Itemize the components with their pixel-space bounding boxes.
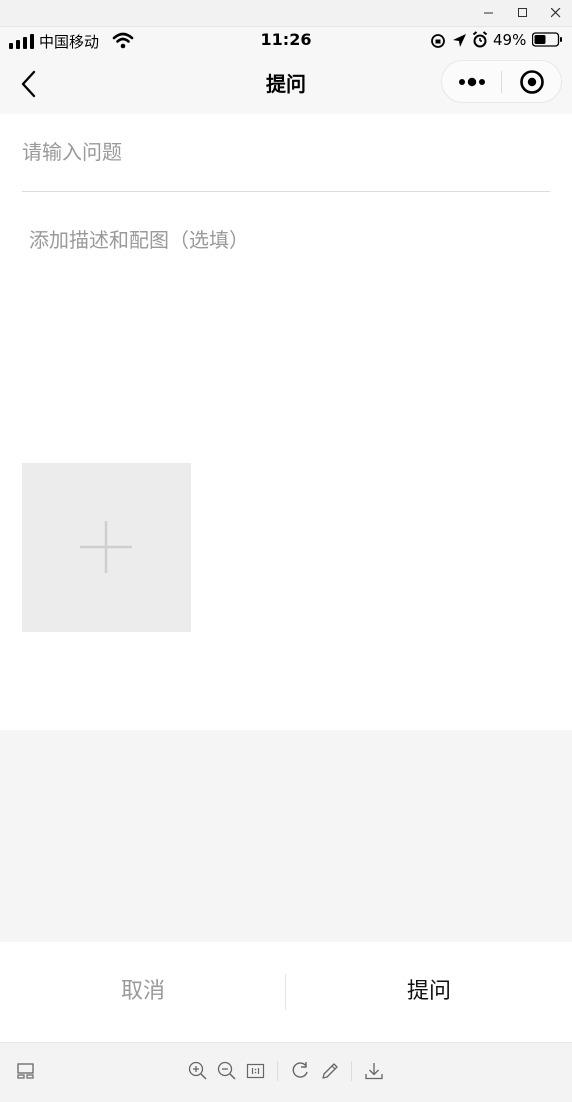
mini-program-capsule — [441, 60, 562, 103]
edit-button[interactable] — [318, 1059, 342, 1083]
zoom-in-icon — [188, 1061, 207, 1080]
toolbar-divider — [277, 1061, 278, 1081]
zoom-out-icon — [217, 1061, 236, 1080]
maximize-button[interactable] — [506, 0, 540, 26]
rotate-icon — [292, 1062, 308, 1078]
download-icon — [365, 1063, 383, 1080]
minimize-button[interactable] — [472, 0, 506, 26]
more-dots-icon — [459, 77, 485, 87]
window-titlebar — [0, 0, 572, 27]
description-input[interactable] — [29, 224, 549, 434]
plus-icon — [80, 521, 132, 573]
actual-size-button[interactable] — [244, 1059, 268, 1083]
action-bar: 取消 提问 — [0, 942, 572, 1042]
submit-button[interactable]: 提问 — [286, 942, 572, 1042]
maximize-icon — [518, 8, 527, 17]
navigation-bar: 提问 — [0, 55, 572, 114]
more-button[interactable] — [442, 61, 501, 102]
zoom-out-button[interactable] — [215, 1059, 239, 1083]
zoom-in-button[interactable] — [186, 1059, 210, 1083]
alarm-icon — [472, 31, 488, 48]
close-button[interactable] — [539, 0, 572, 26]
minimize-icon — [484, 12, 493, 14]
empty-background — [0, 730, 572, 942]
battery-percent: 49% — [493, 31, 527, 49]
input-divider — [22, 191, 550, 192]
download-button[interactable] — [362, 1059, 386, 1083]
layout-icon — [17, 1063, 34, 1079]
toolbar-divider — [351, 1061, 352, 1081]
exit-button[interactable] — [502, 61, 561, 102]
add-image-button[interactable] — [22, 463, 191, 632]
target-circle-icon — [520, 70, 544, 94]
cancel-button[interactable]: 取消 — [0, 942, 286, 1042]
layout-toggle-button[interactable] — [14, 1059, 38, 1083]
location-icon — [453, 34, 466, 47]
rotate-button[interactable] — [288, 1059, 312, 1083]
bottom-toolbar — [0, 1042, 572, 1102]
battery-icon — [532, 32, 562, 47]
rotation-lock-icon — [431, 34, 445, 48]
status-bar: 中国移动 11:26 49% — [0, 27, 572, 55]
close-icon — [551, 8, 561, 18]
actual-size-icon — [246, 1063, 265, 1079]
pencil-icon — [322, 1063, 338, 1079]
question-input[interactable] — [22, 132, 550, 172]
